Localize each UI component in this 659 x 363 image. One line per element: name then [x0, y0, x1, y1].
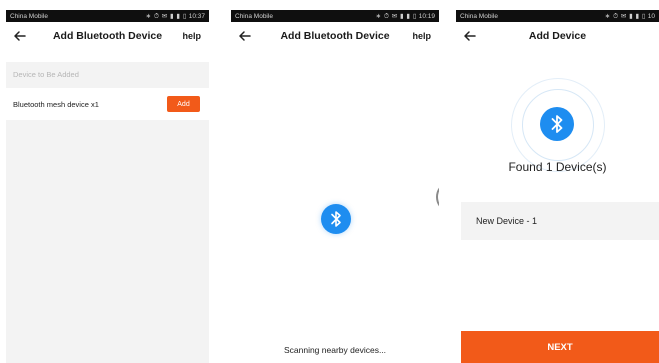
arrow-left-icon[interactable] [237, 28, 253, 44]
arrow-left-icon[interactable] [12, 28, 28, 44]
bluetooth-icon [540, 107, 574, 141]
clock: 10 [647, 12, 655, 20]
status-bar: China Mobile ∗ ⏱ ✉ ▮ ▮ ▯ 10 [456, 10, 659, 22]
found-device-item[interactable]: New Device - 1 [461, 202, 659, 240]
page-title: Add Bluetooth Device [52, 30, 163, 42]
device-list-area: Device to Be Added Bluetooth mesh device… [6, 62, 209, 363]
bluetooth-icon [321, 204, 351, 234]
clock: 10:37 [188, 12, 205, 20]
add-button[interactable]: Add [167, 96, 200, 112]
carrier-label: China Mobile [460, 12, 498, 20]
device-name: Bluetooth mesh device x1 [13, 99, 99, 109]
scanning-indicator [436, 184, 439, 210]
found-count-text: Found 1 Device(s) [508, 160, 607, 174]
nav-bar: Add Bluetooth Device help [231, 22, 439, 50]
status-bar: China Mobile ∗ ⏱ ✉ ▮ ▮ ▯ 10:19 [231, 10, 439, 22]
page-title: Add Bluetooth Device [280, 30, 390, 42]
page-title: Add Device [528, 30, 587, 42]
nav-bar: Add Device [456, 22, 659, 50]
nav-bar: Add Bluetooth Device help [6, 22, 209, 50]
scanning-status: Scanning nearby devices... [283, 345, 387, 355]
status-bar: China Mobile ∗ ⏱ ✉ ▮ ▮ ▯ 10:37 [6, 10, 209, 22]
arrow-left-icon[interactable] [462, 28, 478, 44]
section-header: Device to Be Added [6, 62, 209, 88]
help-link[interactable]: help [182, 31, 201, 41]
status-icons: ∗ ⏱ ✉ ▮ ▮ ▯ [375, 12, 417, 20]
clock: 10:19 [418, 12, 435, 20]
next-button[interactable]: NEXT [461, 331, 659, 363]
help-link[interactable]: help [412, 31, 431, 41]
screen-add-device: China Mobile ∗ ⏱ ✉ ▮ ▮ ▯ 10 Add Device F… [456, 10, 659, 363]
carrier-label: China Mobile [10, 12, 48, 20]
device-row: Bluetooth mesh device x1 Add [6, 88, 209, 120]
screen-add-bluetooth-device: China Mobile ∗ ⏱ ✉ ▮ ▮ ▯ 10:37 Add Bluet… [6, 10, 209, 363]
screen-scanning: China Mobile ∗ ⏱ ✉ ▮ ▮ ▯ 10:19 Add Bluet… [231, 10, 439, 363]
status-icons: ∗ ⏱ ✉ ▮ ▮ ▯ [145, 12, 187, 20]
carrier-label: China Mobile [235, 12, 273, 20]
status-icons: ∗ ⏱ ✉ ▮ ▮ ▯ [604, 12, 646, 20]
